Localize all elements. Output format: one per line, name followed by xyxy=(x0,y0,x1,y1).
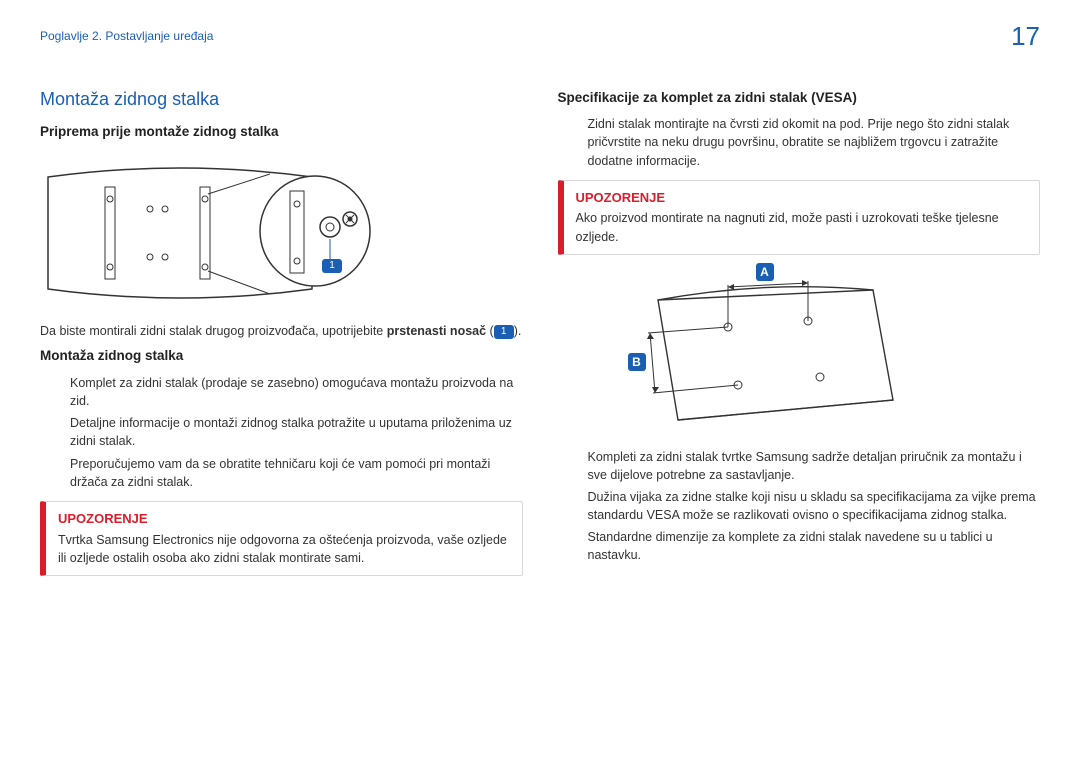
paren-close: ). xyxy=(514,324,522,338)
page-number: 17 xyxy=(1011,18,1040,56)
left-p1: Komplet za zidni stalak (prodaje se zase… xyxy=(70,374,523,410)
text-bold-ring: prstenasti nosač xyxy=(387,324,486,338)
vesa-label-b: B xyxy=(628,353,646,371)
subsection-montaza: Montaža zidnog stalka xyxy=(40,346,523,366)
figure-callout-1: 1 xyxy=(322,259,342,273)
manual-page: Poglavlje 2. Postavljanje uređaja 17 Mon… xyxy=(0,0,1080,763)
vesa-illustration xyxy=(598,265,918,440)
section-title: Montaža zidnog stalka xyxy=(40,86,523,112)
right-p1: Zidni stalak montirajte na čvrsti zid ok… xyxy=(588,115,1041,169)
figure-wall-mount-prep: 1 xyxy=(40,149,510,314)
warning-body-right: Ako proizvod montirate na nagnuti zid, m… xyxy=(576,209,1028,245)
text-ring-holder: Da biste montirali zidni stalak drugog p… xyxy=(40,322,523,340)
warning-title-right: UPOZORENJE xyxy=(576,189,1028,208)
paren-open: ( xyxy=(486,324,494,338)
warning-body-left: Tvrtka Samsung Electronics nije odgovorn… xyxy=(58,531,510,567)
text-before: Da biste montirali zidni stalak drugog p… xyxy=(40,324,387,338)
chapter-label: Poglavlje 2. Postavljanje uređaja xyxy=(40,28,213,45)
right-p3: Dužina vijaka za zidne stalke koji nisu … xyxy=(588,488,1041,524)
right-p2: Kompleti za zidni stalak tvrtke Samsung … xyxy=(588,448,1041,484)
content-columns: Montaža zidnog stalka Priprema prije mon… xyxy=(40,86,1040,586)
left-p3: Preporučujemo vam da se obratite tehniča… xyxy=(70,455,523,491)
inline-callout-1: 1 xyxy=(494,325,514,339)
subsection-priprema: Priprema prije montaže zidnog stalka xyxy=(40,122,523,142)
right-column: Specifikacije za komplet za zidni stalak… xyxy=(558,86,1041,586)
page-header: Poglavlje 2. Postavljanje uređaja 17 xyxy=(40,28,1040,56)
warning-title-left: UPOZORENJE xyxy=(58,510,510,529)
left-column: Montaža zidnog stalka Priprema prije mon… xyxy=(40,86,523,586)
wall-mount-prep-illustration xyxy=(40,149,510,314)
figure-vesa-dimensions: A B xyxy=(598,265,918,440)
left-p2: Detaljne informacije o montaži zidnog st… xyxy=(70,414,523,450)
warning-box-right: UPOZORENJE Ako proizvod montirate na nag… xyxy=(558,180,1041,255)
right-p4: Standardne dimenzije za komplete za zidn… xyxy=(588,528,1041,564)
vesa-label-a: A xyxy=(756,263,774,281)
warning-box-left: UPOZORENJE Tvrtka Samsung Electronics ni… xyxy=(40,501,523,576)
subsection-vesa: Specifikacije za komplet za zidni stalak… xyxy=(558,88,1041,108)
